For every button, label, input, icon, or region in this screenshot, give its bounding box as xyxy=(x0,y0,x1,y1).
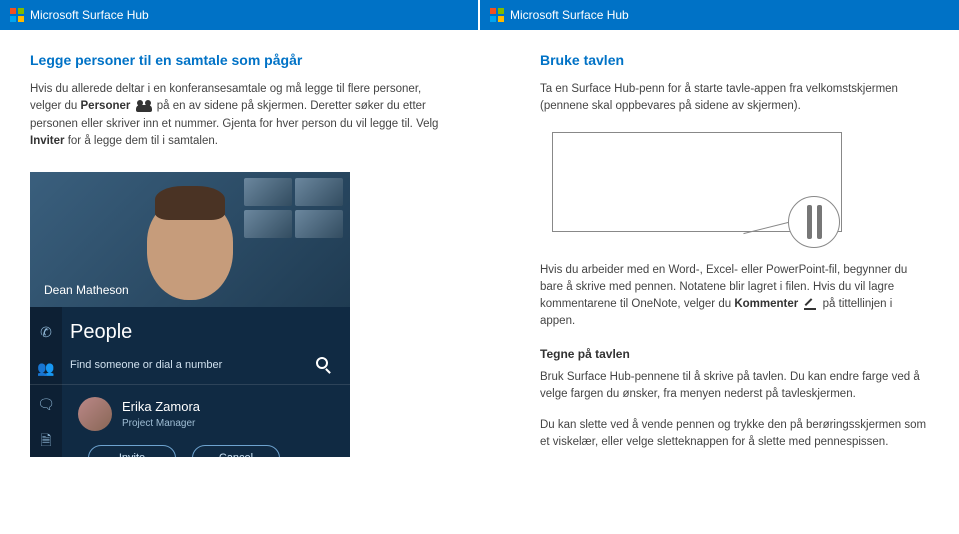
people-panel: Dean Matheson ✆ 👥 🗨 🗎 People Find someon… xyxy=(30,172,350,457)
right-p4: Du kan slette ved å vende pennen og tryk… xyxy=(540,417,930,452)
subheading-draw: Tegne på tavlen xyxy=(540,345,930,363)
right-p2: Hvis du arbeider med en Word-, Excel- el… xyxy=(540,262,930,331)
whiteboard-illustration xyxy=(540,124,900,244)
chat-icon[interactable]: 🗨 xyxy=(38,397,54,411)
search-placeholder: Find someone or dial a number xyxy=(70,357,222,374)
microsoft-logo-icon xyxy=(490,8,504,22)
invite-button[interactable]: Invite xyxy=(88,445,176,457)
right-p1: Ta en Surface Hub-penn for å starte tavl… xyxy=(540,81,930,116)
brand-bar-left: Microsoft Surface Hub xyxy=(0,0,479,30)
video-tile: Dean Matheson xyxy=(30,172,350,307)
pen-callout-icon xyxy=(788,196,840,248)
brand-label: Microsoft Surface Hub xyxy=(510,8,629,22)
right-p3: Bruk Surface Hub-pennene til å skrive på… xyxy=(540,369,930,404)
phone-icon[interactable]: ✆ xyxy=(38,325,54,339)
brand-bar-right: Microsoft Surface Hub xyxy=(480,0,959,30)
video-thumbnails xyxy=(244,178,344,238)
right-title: Bruke tavlen xyxy=(540,50,930,71)
microsoft-logo-icon xyxy=(10,8,24,22)
contact-name: Erika Zamora xyxy=(122,397,200,417)
contact-row[interactable]: Erika Zamora Project Manager xyxy=(30,385,350,440)
people-title: People xyxy=(30,307,350,353)
caller-name: Dean Matheson xyxy=(44,281,129,299)
right-column: Bruke tavlen Ta en Surface Hub-penn for … xyxy=(540,50,930,460)
cancel-button[interactable]: Cancel xyxy=(192,445,280,457)
contact-role: Project Manager xyxy=(122,416,200,431)
doc-icon[interactable]: 🗎 xyxy=(38,433,54,447)
brand-label: Microsoft Surface Hub xyxy=(30,8,149,22)
left-title: Legge personer til en samtale som pågår xyxy=(30,50,450,71)
left-paragraph-1: Hvis du allerede deltar i en konferanses… xyxy=(30,81,450,150)
search-row[interactable]: Find someone or dial a number xyxy=(30,353,350,385)
pen-icon xyxy=(804,298,816,310)
left-column: Legge personer til en samtale som pågår … xyxy=(30,50,450,457)
face-placeholder xyxy=(147,200,233,300)
people-icon xyxy=(136,100,152,112)
search-icon[interactable] xyxy=(316,357,328,369)
avatar xyxy=(78,397,112,431)
